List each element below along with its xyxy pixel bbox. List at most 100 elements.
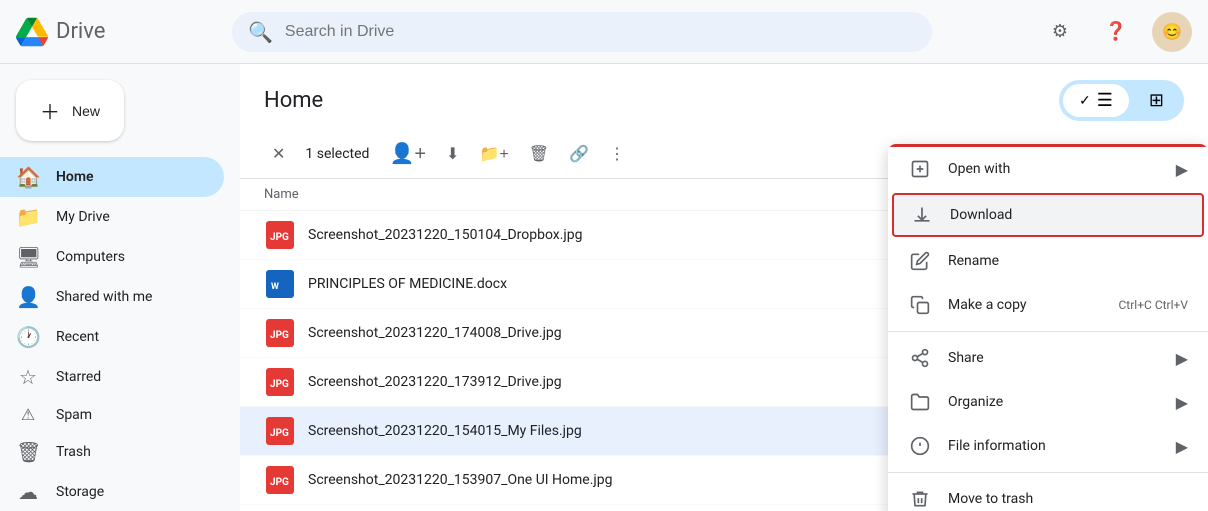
- settings-sliders-button[interactable]: ⚙: [1040, 12, 1080, 52]
- header: Drive 🔍 ⚙ ❓ 😊: [0, 0, 1208, 64]
- sidebar-item-spam[interactable]: ⚠ Spam: [0, 397, 224, 432]
- grid-view-button[interactable]: ⊞: [1133, 84, 1180, 117]
- sidebar-item-trash[interactable]: 🗑 Trash: [0, 432, 224, 472]
- menu-item-make-copy[interactable]: Make a copy Ctrl+C Ctrl+V: [888, 283, 1208, 327]
- list-view-button[interactable]: ✓ ☰: [1063, 84, 1129, 117]
- submenu-arrow-icon: ▶: [1176, 349, 1188, 368]
- menu-item-download[interactable]: Download: [892, 193, 1204, 237]
- sidebar-item-label: Spam: [56, 407, 92, 423]
- rename-icon: [908, 249, 932, 273]
- delete-button[interactable]: 🗑: [521, 136, 557, 172]
- sidebar-item-label: Starred: [56, 369, 101, 385]
- trash-icon: [908, 487, 932, 511]
- spam-icon: ⚠: [16, 405, 40, 424]
- page-title: Home: [264, 88, 323, 113]
- file-thumbnail-icon: JPG: [264, 366, 296, 398]
- info-icon: [908, 434, 932, 458]
- svg-text:JPG: JPG: [270, 477, 289, 488]
- more-options-button[interactable]: ⋮: [601, 136, 633, 172]
- main-content: Home ✓ ☰ ⊞ ✕ 1 selected 👤+ ⬇ 📁+ 🗑 🔗 ⋮: [240, 64, 1208, 511]
- logo-text: Drive: [56, 19, 105, 44]
- shared-icon: 👤: [16, 285, 40, 309]
- sidebar-item-label: Trash: [56, 444, 91, 460]
- logo-area: Drive: [16, 16, 216, 48]
- menu-label: Make a copy: [948, 297, 1103, 313]
- sidebar-item-label: My Drive: [56, 209, 110, 225]
- menu-label: Organize: [948, 394, 1160, 410]
- sidebar-item-shared[interactable]: 👤 Shared with me: [0, 277, 224, 317]
- download-icon: [910, 203, 934, 227]
- sidebar-item-storage[interactable]: ☁ Storage: [0, 472, 224, 511]
- menu-item-share[interactable]: Share ▶: [888, 336, 1208, 380]
- menu-label: Open with: [948, 161, 1160, 177]
- checkmark-icon: ✓: [1079, 92, 1091, 109]
- menu-label: Rename: [948, 253, 1188, 269]
- sidebar-item-recent[interactable]: 🕐 Recent: [0, 317, 224, 357]
- svg-text:JPG: JPG: [270, 330, 289, 341]
- sidebar-item-label: Computers: [56, 249, 125, 265]
- list-view-label: ☰: [1097, 90, 1113, 111]
- svg-text:JPG: JPG: [270, 379, 289, 390]
- copy-icon: [908, 293, 932, 317]
- download-toolbar-button[interactable]: ⬇: [438, 136, 467, 172]
- new-button-label: New: [72, 103, 100, 119]
- organize-icon: [908, 390, 932, 414]
- add-to-drive-button[interactable]: 📁+: [471, 136, 516, 172]
- grid-icon: ⊞: [1149, 90, 1164, 111]
- sidebar-item-computers[interactable]: 🖥 Computers: [0, 237, 224, 277]
- drive-logo-icon: [16, 16, 48, 48]
- submenu-arrow-icon: ▶: [1176, 393, 1188, 412]
- add-person-button[interactable]: 👤+: [381, 133, 434, 174]
- menu-item-organize[interactable]: Organize ▶: [888, 380, 1208, 424]
- sidebar-item-label: Recent: [56, 329, 99, 345]
- submenu-arrow-icon: ▶: [1176, 437, 1188, 456]
- sidebar-item-label: Storage: [56, 484, 104, 500]
- recent-icon: 🕐: [16, 325, 40, 349]
- svg-text:JPG: JPG: [270, 428, 289, 439]
- deselect-button[interactable]: ✕: [264, 140, 293, 168]
- home-icon: 🏠: [16, 165, 40, 189]
- new-button[interactable]: ＋ New: [16, 80, 124, 141]
- menu-divider: [888, 331, 1208, 332]
- context-menu: Open with ▶ Download Rename: [888, 144, 1208, 511]
- main-header: Home ✓ ☰ ⊞: [240, 64, 1208, 129]
- storage-icon: ☁: [16, 480, 40, 504]
- plus-icon: ＋: [40, 96, 60, 125]
- my-drive-icon: 📁: [16, 205, 40, 229]
- menu-item-move-trash[interactable]: Move to trash: [888, 477, 1208, 511]
- file-thumbnail-icon: JPG: [264, 219, 296, 251]
- file-thumbnail-icon: JPG: [264, 317, 296, 349]
- sidebar-item-label: Shared with me: [56, 289, 152, 305]
- menu-item-open-with[interactable]: Open with ▶: [888, 147, 1208, 191]
- menu-label: Move to trash: [948, 491, 1188, 507]
- menu-item-file-info[interactable]: File information ▶: [888, 424, 1208, 468]
- file-thumbnail-icon: W: [264, 268, 296, 300]
- main-layout: ＋ New 🏠 Home 📁 My Drive 🖥 Computers 👤 Sh…: [0, 64, 1208, 511]
- search-icon: 🔍: [248, 20, 273, 44]
- avatar-button[interactable]: 😊: [1152, 12, 1192, 52]
- starred-icon: ☆: [16, 365, 40, 389]
- help-button[interactable]: ❓: [1096, 12, 1136, 52]
- file-thumbnail-icon: JPG: [264, 464, 296, 496]
- link-button[interactable]: 🔗: [561, 136, 597, 172]
- selected-count-label: 1 selected: [305, 146, 369, 162]
- sidebar-item-starred[interactable]: ☆ Starred: [0, 357, 224, 397]
- menu-label: Download: [950, 207, 1186, 223]
- sidebar: ＋ New 🏠 Home 📁 My Drive 🖥 Computers 👤 Sh…: [0, 64, 240, 511]
- sidebar-item-label: Home: [56, 169, 94, 185]
- open-with-icon: [908, 157, 932, 181]
- shortcut-label: Ctrl+C Ctrl+V: [1119, 298, 1189, 312]
- sidebar-item-home[interactable]: 🏠 Home: [0, 157, 224, 197]
- submenu-arrow-icon: ▶: [1176, 160, 1188, 179]
- menu-label: File information: [948, 438, 1160, 454]
- search-input[interactable]: [285, 23, 916, 41]
- header-right: ⚙ ❓ 😊: [1040, 12, 1192, 52]
- view-toggle: ✓ ☰ ⊞: [1059, 80, 1184, 121]
- svg-text:JPG: JPG: [270, 232, 289, 243]
- search-bar[interactable]: 🔍: [232, 12, 932, 52]
- menu-divider: [888, 472, 1208, 473]
- menu-item-rename[interactable]: Rename: [888, 239, 1208, 283]
- sidebar-item-my-drive[interactable]: 📁 My Drive: [0, 197, 224, 237]
- trash-icon: 🗑: [16, 440, 40, 464]
- menu-label: Share: [948, 350, 1160, 366]
